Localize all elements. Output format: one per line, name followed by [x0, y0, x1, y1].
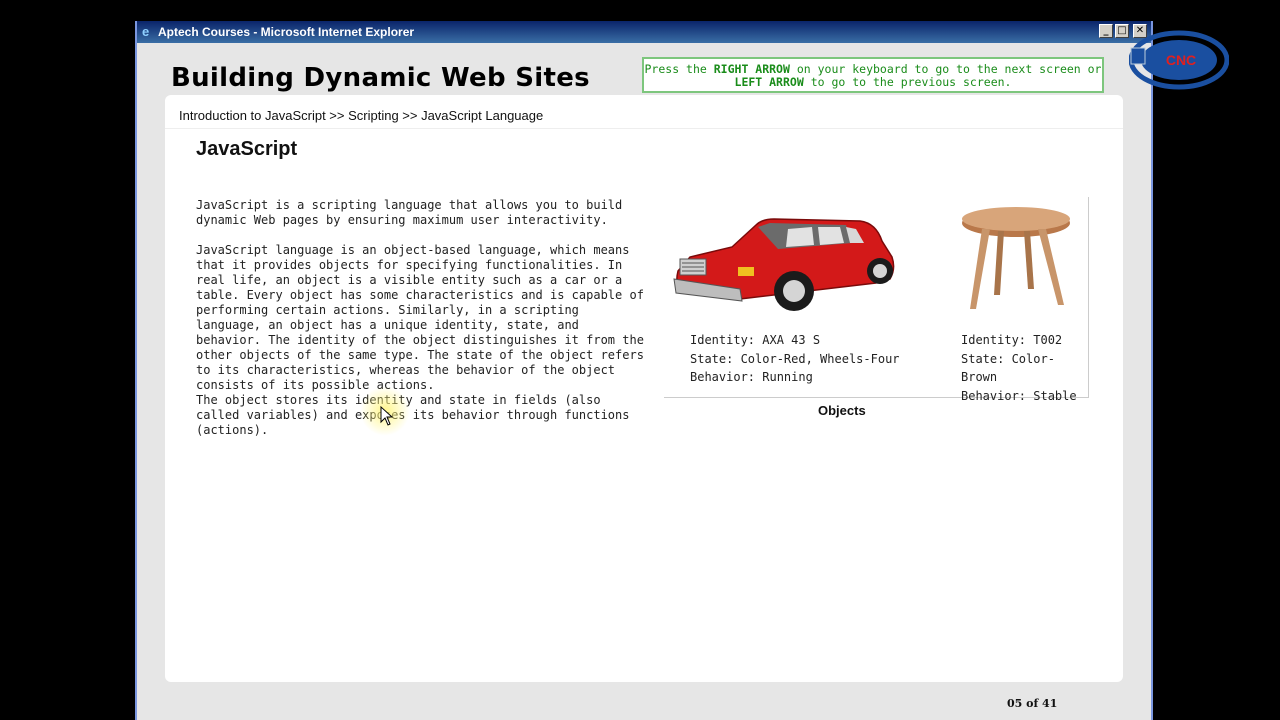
table-identity: Identity: T002 [961, 333, 1063, 347]
red-car-image [673, 218, 895, 311]
car-object-details: Identity: AXA 43 S State: Color-Red, Whe… [690, 331, 900, 387]
table-object-details: Identity: T002 State: Color-Brown Behavi… [961, 331, 1088, 405]
window-title: Aptech Courses - Microsoft Internet Expl… [158, 25, 415, 39]
page-title: JavaScript [196, 138, 298, 160]
cnc-logo: CNC [1129, 30, 1229, 90]
car-behavior: Behavior: Running [690, 370, 813, 384]
paragraph-intro: JavaScript is a scripting language that … [196, 198, 623, 227]
hint-text-1: Press the [644, 62, 714, 76]
round-table-image [962, 207, 1070, 309]
breadcrumb: Introduction to JavaScript >> Scripting … [179, 108, 544, 123]
table-state: State: Color-Brown [961, 351, 1055, 385]
hint-text-2: on your keyboard to go to the next scree… [789, 62, 1102, 76]
table-behavior: Behavior: Stable [961, 388, 1077, 403]
mouse-pointer-icon [380, 406, 394, 426]
browser-window: e Aptech Courses - Microsoft Internet Ex… [135, 21, 1153, 720]
internet-explorer-icon: e [142, 24, 150, 39]
minimize-button[interactable]: _ [1099, 24, 1113, 38]
breadcrumb-divider [165, 128, 1123, 129]
objects-caption: Objects [818, 403, 866, 418]
paragraph-fields: The object stores its identity and state… [196, 393, 630, 437]
left-arrow-label: LEFT ARROW [734, 75, 804, 89]
logo-text: CNC [1166, 52, 1196, 68]
objects-illustration: Identity: AXA 43 S State: Color-Red, Whe… [664, 197, 1089, 403]
navigation-hint: Press the RIGHT ARROW on your keyboard t… [642, 57, 1104, 93]
right-arrow-label: RIGHT ARROW [713, 62, 790, 76]
course-title: Building Dynamic Web Sites [171, 63, 590, 93]
content-panel: Introduction to JavaScript >> Scripting … [165, 95, 1123, 682]
maximize-button[interactable]: □ [1115, 24, 1129, 38]
title-bar[interactable]: e Aptech Courses - Microsoft Internet Ex… [137, 21, 1151, 43]
hint-text-3: to go to the previous screen. [803, 75, 1012, 89]
page-counter: 05 of 41 [1007, 697, 1058, 710]
car-identity: Identity: AXA 43 S [690, 333, 821, 347]
paragraph-objects: JavaScript language is an object-based l… [196, 243, 644, 392]
car-state: State: Color-Red, Wheels-Four [690, 351, 900, 366]
